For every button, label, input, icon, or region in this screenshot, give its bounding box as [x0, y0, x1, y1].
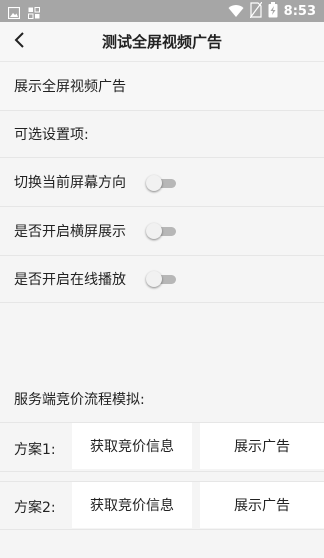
setting-label: 切换当前屏幕方向 — [14, 175, 126, 191]
no-sim-icon — [249, 1, 263, 22]
get-bid-info-button-1[interactable]: 获取竞价信息 — [72, 423, 192, 469]
plan-label: 方案2: — [14, 500, 56, 516]
get-bid-info-button-2[interactable]: 获取竞价信息 — [72, 482, 192, 528]
divider — [0, 302, 324, 303]
plan-label: 方案1: — [14, 442, 56, 458]
wifi-icon — [228, 3, 244, 22]
status-time: 8:53 — [283, 4, 316, 19]
notification-icon — [28, 4, 40, 23]
page-title: 测试全屏视频广告 — [101, 33, 222, 51]
show-ad-button-1[interactable]: 展示广告 — [200, 423, 324, 469]
server-bidding-label: 服务端竞价流程模拟: — [14, 392, 145, 408]
app-bar: 测试全屏视频广告 — [0, 22, 324, 62]
chevron-left-icon — [14, 31, 26, 53]
show-ad-label: 展示全屏视频广告 — [14, 79, 126, 95]
section-header-optional-settings: 可选设置项: — [0, 111, 324, 157]
online-play-switch[interactable] — [146, 271, 176, 287]
optional-settings-label: 可选设置项: — [14, 127, 89, 143]
show-ad-button-2[interactable]: 展示广告 — [200, 482, 324, 528]
setting-label: 是否开启横屏展示 — [14, 224, 126, 240]
divider — [0, 529, 324, 530]
show-ad-item[interactable]: 展示全屏视频广告 — [0, 62, 324, 110]
screen-orientation-switch[interactable] — [146, 175, 176, 191]
section-header-server-bidding: 服务端竞价流程模拟: — [0, 376, 324, 422]
battery-charging-icon — [268, 2, 278, 22]
image-icon — [7, 4, 21, 23]
setting-label: 是否开启在线播放 — [14, 272, 126, 288]
back-button[interactable] — [8, 30, 32, 54]
divider — [0, 471, 324, 472]
landscape-switch[interactable] — [146, 223, 176, 239]
status-bar: 8:53 — [0, 0, 324, 22]
